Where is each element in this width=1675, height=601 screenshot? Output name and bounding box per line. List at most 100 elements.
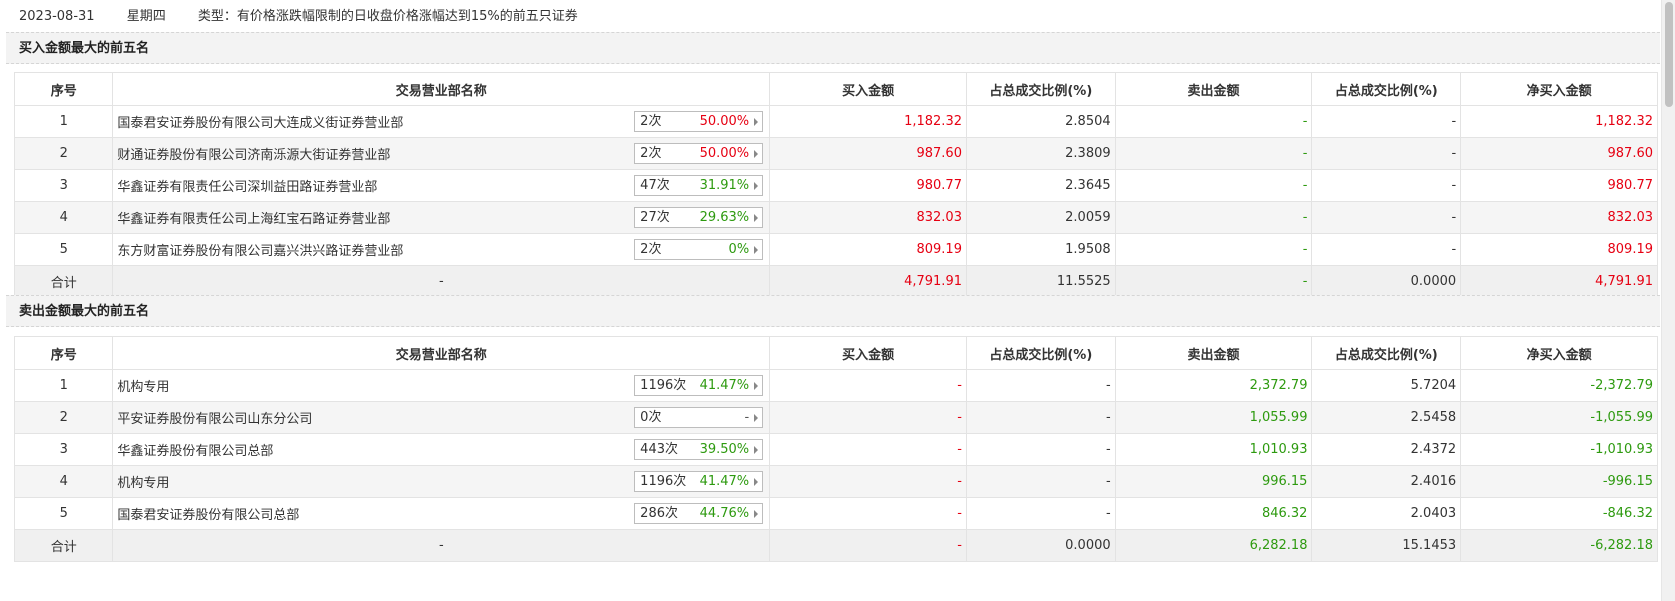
sell-amount: - [1114,201,1313,234]
win-rate: 0% [728,242,750,257]
dept-name-link[interactable]: 华鑫证券股份有限公司总部 [117,440,273,459]
col-buy-ratio: 占总成交比例(%) [965,72,1116,106]
dept-stats-dropdown[interactable]: 1196次 41.47% [634,375,764,396]
buy-ratio: 2.0059 [965,201,1116,234]
dept-name-cell: 国泰君安证券股份有限公司大连成义街证券营业部 2次 50.00% [112,105,771,138]
col-dept-name: 交易营业部名称 [112,72,771,106]
dept-name-link[interactable]: 华鑫证券有限责任公司上海红宝石路证券营业部 [117,208,390,227]
table-row: 4 华鑫证券有限责任公司上海红宝石路证券营业部 27次 29.63% 832.03 2.0… [13,201,1658,234]
listing-count: 1196次 [640,378,687,393]
total-buy-amount: 4,791.91 [769,265,967,298]
buy-amount: 832.03 [769,201,967,234]
net-amount: 980.77 [1460,169,1658,202]
table-row: 5 东方财富证券股份有限公司嘉兴洪兴路证券营业部 2次 0% 809.19 1.9508-… [13,233,1658,266]
net-amount: -996.15 [1460,465,1658,498]
table-row: 3 华鑫证券有限责任公司深圳益田路证券营业部 47次 31.91% 980.77 2.36… [13,169,1658,202]
win-rate: 50.00% [699,114,750,129]
dept-name-cell: 国泰君安证券股份有限公司总部 286次 44.76% [112,497,771,530]
sell-amount: 846.32 [1114,497,1313,530]
caret-right-icon [754,478,759,486]
net-amount: 1,182.32 [1460,105,1658,138]
col-sell-ratio: 占总成交比例(%) [1311,72,1462,106]
col-seq: 序号 [13,336,114,370]
dept-name-cell: 华鑫证券股份有限公司总部 443次 39.50% [112,433,771,466]
scrollbar-thumb[interactable] [1665,2,1673,107]
total-sell-amount: 6,282.18 [1114,529,1313,562]
win-rate: - [744,410,750,425]
listing-count: 27次 [640,210,670,225]
listing-count: 47次 [640,178,670,193]
buy-ratio: 2.8504 [965,105,1116,138]
dept-stats-dropdown[interactable]: 27次 29.63% [634,207,764,228]
dept-name-link[interactable]: 机构专用 [117,472,169,491]
table-row: 2 平安证券股份有限公司山东分公司 0次 - - -1,055.99 2.5458 -1,05… [13,401,1658,434]
dept-name-link[interactable]: 国泰君安证券股份有限公司大连成义街证券营业部 [117,112,403,131]
row-seq: 2 [13,401,114,434]
total-buy-ratio: 11.5525 [965,265,1116,298]
caret-right-icon [754,382,759,390]
table-header-row: 序号 交易营业部名称 买入金额 占总成交比例(%) 卖出金额 占总成交比例(%)… [13,72,1658,106]
dept-name-cell: 东方财富证券股份有限公司嘉兴洪兴路证券营业部 2次 0% [112,233,771,266]
caret-right-icon [754,510,759,518]
buy-section-title: 买入金额最大的前五名 [6,32,1660,64]
total-label: 合计 [13,265,114,298]
row-seq: 4 [13,201,114,234]
buy-amount: 980.77 [769,169,967,202]
caret-right-icon [754,118,759,126]
buy-ratio: - [965,433,1116,466]
caret-right-icon [754,214,759,222]
buy-ratio: - [965,369,1116,402]
col-buy-ratio: 占总成交比例(%) [965,336,1116,370]
dept-stats-dropdown[interactable]: 2次 0% [634,239,764,260]
col-sell-amount: 卖出金额 [1114,72,1313,106]
dept-stats-dropdown[interactable]: 0次 - [634,407,764,428]
net-amount: -846.32 [1460,497,1658,530]
listing-count: 0次 [640,410,662,425]
sell-amount: - [1114,233,1313,266]
sell-amount: - [1114,169,1313,202]
caret-right-icon [754,414,759,422]
vertical-scrollbar[interactable] [1661,0,1675,601]
sell-amount: 2,372.79 [1114,369,1313,402]
dept-stats-dropdown[interactable]: 286次 44.76% [634,503,764,524]
info-bar: 2023-08-31 星期四 类型：有价格涨跌幅限制的日收盘价格涨幅达到15%的… [0,0,1660,34]
listing-count: 443次 [640,442,678,457]
dept-name-link[interactable]: 华鑫证券有限责任公司深圳益田路证券营业部 [117,176,377,195]
col-buy-amount: 买入金额 [769,72,967,106]
total-name: - [112,265,771,298]
sell-amount: - [1114,105,1313,138]
trade-date: 2023-08-31 [19,9,95,24]
col-sell-amount: 卖出金额 [1114,336,1313,370]
table-row: 3 华鑫证券股份有限公司总部 443次 39.50% - -1,010.93 2.4372-… [13,433,1658,466]
net-amount: 809.19 [1460,233,1658,266]
dept-name-link[interactable]: 财通证券股份有限公司济南泺源大街证券营业部 [117,144,390,163]
total-buy-ratio: 0.0000 [965,529,1116,562]
dept-name-cell: 华鑫证券有限责任公司深圳益田路证券营业部 47次 31.91% [112,169,771,202]
dept-stats-dropdown[interactable]: 1196次 41.47% [634,471,764,492]
dept-stats-dropdown[interactable]: 47次 31.91% [634,175,764,196]
net-amount: 987.60 [1460,137,1658,170]
dept-name-link[interactable]: 机构专用 [117,376,169,395]
dept-stats-dropdown[interactable]: 2次 50.00% [634,143,764,164]
col-net-amount: 净买入金额 [1460,72,1658,106]
table-row: 2 财通证券股份有限公司济南泺源大街证券营业部 2次 50.00% 987.60 2.38… [13,137,1658,170]
table-row: 4 机构专用 1196次 41.47% - -996.15 2.4016 -996.15 [13,465,1658,498]
buy-amount: 1,182.32 [769,105,967,138]
dept-stats-dropdown[interactable]: 2次 50.00% [634,111,764,132]
dept-stats-dropdown[interactable]: 443次 39.50% [634,439,764,460]
buy-ratio: 1.9508 [965,233,1116,266]
total-sell-ratio: 15.1453 [1311,529,1462,562]
total-sell-ratio: 0.0000 [1311,265,1462,298]
dept-name-link[interactable]: 东方财富证券股份有限公司嘉兴洪兴路证券营业部 [117,240,403,259]
table-header-row: 序号 交易营业部名称 买入金额 占总成交比例(%) 卖出金额 占总成交比例(%)… [13,336,1658,370]
sell-ratio: 2.4016 [1311,465,1462,498]
dept-name-link[interactable]: 平安证券股份有限公司山东分公司 [117,408,312,427]
sell-ratio: 2.4372 [1311,433,1462,466]
buy-amount: - [769,465,967,498]
buy-ratio: - [965,497,1116,530]
buy-top5-table: 序号 交易营业部名称 买入金额 占总成交比例(%) 卖出金额 占总成交比例(%)… [13,72,1658,298]
dept-name-link[interactable]: 国泰君安证券股份有限公司总部 [117,504,299,523]
col-seq: 序号 [13,72,114,106]
net-amount: -1,055.99 [1460,401,1658,434]
row-seq: 2 [13,137,114,170]
